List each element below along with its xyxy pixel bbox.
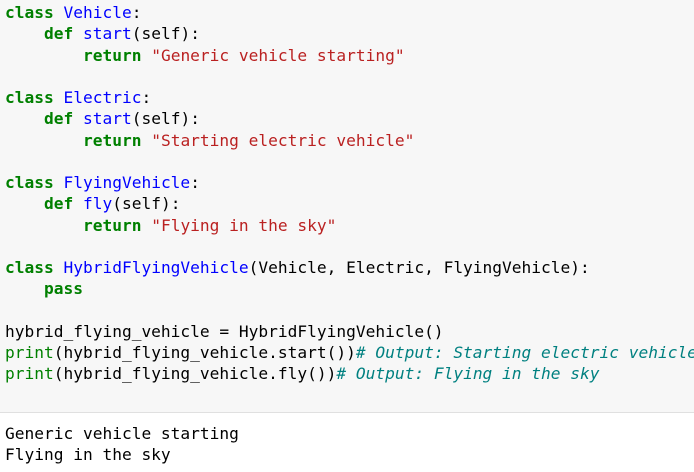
code-line: return "Generic vehicle starting" — [5, 45, 694, 66]
code-line: class HybridFlyingVehicle(Vehicle, Elect… — [5, 257, 694, 278]
keyword: return — [82, 45, 142, 65]
assignment: hybrid_flying_vehicle = HybridFlyingVehi… — [5, 321, 444, 341]
code-line: hybrid_flying_vehicle = HybridFlyingVehi… — [5, 321, 694, 342]
keyword: class — [5, 258, 54, 277]
arguments: (self): — [131, 109, 200, 129]
arguments: (self): — [131, 24, 200, 44]
code-line: class Electric: — [5, 87, 694, 108]
comment: # Output: Starting electric vehicle — [355, 343, 694, 362]
string-literal: "Generic vehicle starting" — [151, 45, 405, 65]
keyword: class — [5, 3, 54, 22]
output-line: Flying in the sky — [5, 445, 171, 465]
class-name: Electric — [63, 88, 142, 107]
punctuation: : — [131, 3, 142, 22]
punctuation: : — [141, 88, 152, 107]
class-name: HybridFlyingVehicle — [63, 258, 249, 277]
code-line: class FlyingVehicle: — [5, 172, 694, 193]
class-name: FlyingVehicle — [63, 173, 191, 192]
base-classes: (Vehicle, Electric, FlyingVehicle): — [248, 258, 590, 277]
code-block[interactable]: class Vehicle: def start(self): return "… — [5, 2, 694, 385]
function-name: start — [82, 24, 132, 44]
code-line: return "Flying in the sky" — [5, 215, 694, 236]
code-line: def fly(self): — [5, 193, 694, 214]
punctuation: : — [190, 173, 200, 192]
notebook-cell: class Vehicle: def start(self): return "… — [0, 0, 694, 472]
arguments: (self): — [112, 194, 181, 214]
string-literal: "Starting electric vehicle" — [151, 130, 415, 150]
expression: (hybrid_flying_vehicle.fly()) — [53, 364, 337, 384]
code-line: def start(self): — [5, 108, 694, 129]
code-editor[interactable]: class Vehicle: def start(self): return "… — [0, 0, 694, 412]
expression: (hybrid_flying_vehicle.start()) — [53, 343, 356, 362]
string-literal: "Flying in the sky" — [151, 215, 337, 235]
code-line: return "Starting electric vehicle" — [5, 130, 694, 151]
code-line: def start(self): — [5, 23, 694, 44]
code-line: print(hybrid_flying_vehicle.start())# Ou… — [5, 342, 694, 363]
keyword: def — [43, 109, 74, 129]
keyword: class — [5, 88, 54, 107]
code-line: print(hybrid_flying_vehicle.fly())# Outp… — [5, 363, 694, 384]
comment: # Output: Flying in the sky — [336, 364, 600, 384]
builtin-function: print — [5, 364, 54, 384]
code-line: pass — [5, 278, 694, 299]
builtin-function: print — [5, 343, 54, 362]
keyword: return — [82, 130, 142, 150]
output-line: Generic vehicle starting — [5, 424, 239, 443]
keyword: def — [43, 24, 74, 44]
class-name: Vehicle — [63, 3, 132, 22]
output-text: Generic vehicle starting Flying in the sk… — [5, 423, 239, 466]
function-name: fly — [82, 194, 113, 214]
keyword: def — [43, 194, 74, 214]
function-name: start — [82, 109, 132, 129]
keyword: pass — [43, 279, 83, 299]
code-line: class Vehicle: — [5, 2, 694, 23]
keyword: return — [82, 215, 142, 235]
keyword: class — [5, 173, 54, 192]
